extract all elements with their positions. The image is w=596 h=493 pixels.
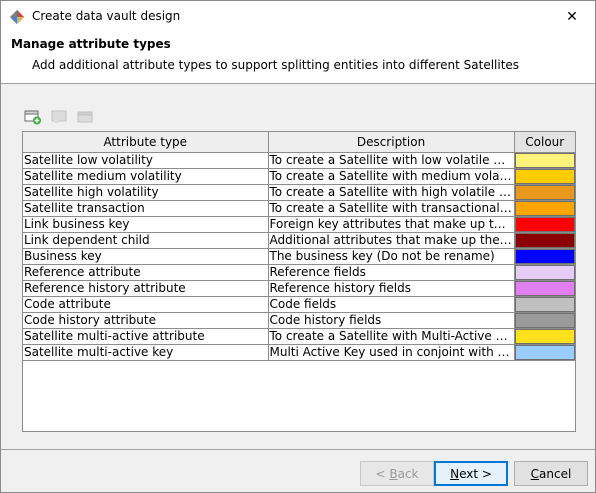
cell-colour[interactable] [514,152,575,169]
colour-swatch [514,184,575,199]
cell-description[interactable]: To create a Satellite with transactional… [268,200,515,217]
table-row[interactable]: Satellite multi-active key Multi Active K… [23,344,575,361]
colour-swatch [514,280,575,295]
cell-attribute-type[interactable]: Satellite transaction [23,200,269,217]
cancel-button-mnemonic: C [530,466,540,481]
back-button[interactable]: < Back [360,461,434,486]
cell-description[interactable]: To create a Satellite with Multi-Active … [268,328,515,345]
cell-colour[interactable] [514,344,575,361]
colour-swatch [514,216,575,231]
cell-description[interactable]: Reference fields [268,264,515,281]
column-header-attribute-type[interactable]: Attribute type [23,132,269,153]
cell-description[interactable]: Multi Active Key used in conjoint with a… [268,344,515,361]
next-button-label: ext > [459,466,492,481]
table-row[interactable]: Reference history attribute Reference his… [23,280,575,297]
page-description: Add additional attribute types to suppor… [32,58,520,72]
table-row[interactable]: Satellite multi-active attribute To creat… [23,328,575,345]
cell-colour[interactable] [514,200,575,217]
cell-attribute-type[interactable]: Satellite multi-active attribute [23,328,269,345]
delete-row-icon [77,111,93,123]
table-row[interactable]: Link business key Foreign key attributes … [23,216,575,233]
colour-swatch [514,232,575,247]
cell-colour[interactable] [514,296,575,313]
cell-colour[interactable] [514,328,575,345]
cell-description[interactable]: Code fields [268,296,515,313]
cell-colour[interactable] [514,184,575,201]
cancel-button-label: ancel [539,466,572,481]
add-row-icon [24,110,41,125]
cell-attribute-type[interactable]: Link business key [23,216,269,233]
cell-attribute-type[interactable]: Satellite low volatility [23,152,269,169]
cell-colour[interactable] [514,232,575,249]
table-toolbar [23,107,123,127]
cell-attribute-type[interactable]: Satellite multi-active key [23,344,269,361]
cell-description[interactable]: Additional attributes that make up the L… [268,232,515,249]
colour-swatch [514,200,575,215]
cell-colour[interactable] [514,264,575,281]
window-title: Create data vault design [32,9,181,23]
table-row[interactable]: Code attribute Code fields [23,296,575,313]
colour-swatch [514,168,575,183]
edit-row-button[interactable] [49,107,69,127]
cancel-button[interactable]: Cancel [514,461,588,486]
cell-colour[interactable] [514,168,575,185]
column-header-description[interactable]: Description [268,132,515,153]
table-row[interactable]: Satellite low volatility To create a Sate… [23,152,575,169]
close-icon: ✕ [566,8,578,25]
app-logo-icon [9,9,25,25]
cell-colour[interactable] [514,216,575,233]
colour-swatch [514,152,575,167]
table-row[interactable]: Satellite high volatility To create a Sat… [23,184,575,201]
cell-attribute-type[interactable]: Code history attribute [23,312,269,329]
colour-swatch [514,248,575,263]
cell-description[interactable]: To create a Satellite with medium volati… [268,168,515,185]
next-button-mnemonic: N [450,466,460,481]
page-title: Manage attribute types [11,37,171,51]
delete-row-button[interactable] [75,107,95,127]
table-row[interactable]: Satellite transaction To create a Satelli… [23,200,575,217]
table-row[interactable]: Business key The business key (Do not be … [23,248,575,265]
cell-description[interactable]: To create a Satellite with low volatile … [268,152,515,169]
table-header-row: Attribute type Description Colour [23,132,575,153]
cell-description[interactable]: Reference history fields [268,280,515,297]
back-button-prefix: < [375,466,390,481]
cell-colour[interactable] [514,248,575,265]
table-row[interactable]: Satellite medium volatility To create a S… [23,168,575,185]
table-row[interactable]: Code history attribute Code history field… [23,312,575,329]
cell-attribute-type[interactable]: Link dependent child [23,232,269,249]
back-button-label: ack [397,466,419,481]
table-row[interactable]: Link dependent child Additional attribute… [23,232,575,249]
colour-swatch [514,296,575,311]
cell-attribute-type[interactable]: Satellite high volatility [23,184,269,201]
colour-swatch [514,344,575,359]
colour-swatch [514,264,575,279]
add-row-button[interactable] [23,107,43,127]
colour-swatch [514,312,575,327]
column-header-colour[interactable]: Colour [514,132,575,153]
edit-row-icon [51,110,67,123]
table-row[interactable]: Reference attribute Reference fields [23,264,575,281]
cell-description[interactable]: The business key (Do not be rename) [268,248,515,265]
cell-attribute-type[interactable]: Business key [23,248,269,265]
cell-description[interactable]: Foreign key attributes that make up the … [268,216,515,233]
cell-attribute-type[interactable]: Reference attribute [23,264,269,281]
cell-description[interactable]: To create a Satellite with high volatile… [268,184,515,201]
cell-description[interactable]: Code history fields [268,312,515,329]
attribute-types-table[interactable]: Attribute type Description Colour Satell… [22,131,576,432]
cell-attribute-type[interactable]: Reference history attribute [23,280,269,297]
title-bar[interactable]: Create data vault design ✕ [1,1,595,32]
cell-attribute-type[interactable]: Satellite medium volatility [23,168,269,185]
footer-separator [1,449,595,450]
cell-colour[interactable] [514,280,575,297]
wizard-header: Manage attribute types Add additional at… [1,32,595,84]
colour-swatch [514,328,575,343]
cell-colour[interactable] [514,312,575,329]
next-button[interactable]: Next > [434,461,508,486]
cell-attribute-type[interactable]: Code attribute [23,296,269,313]
back-button-mnemonic: B [389,466,398,481]
close-button[interactable]: ✕ [549,1,595,32]
dialog-window: Create data vault design ✕ Manage attrib… [0,0,596,493]
